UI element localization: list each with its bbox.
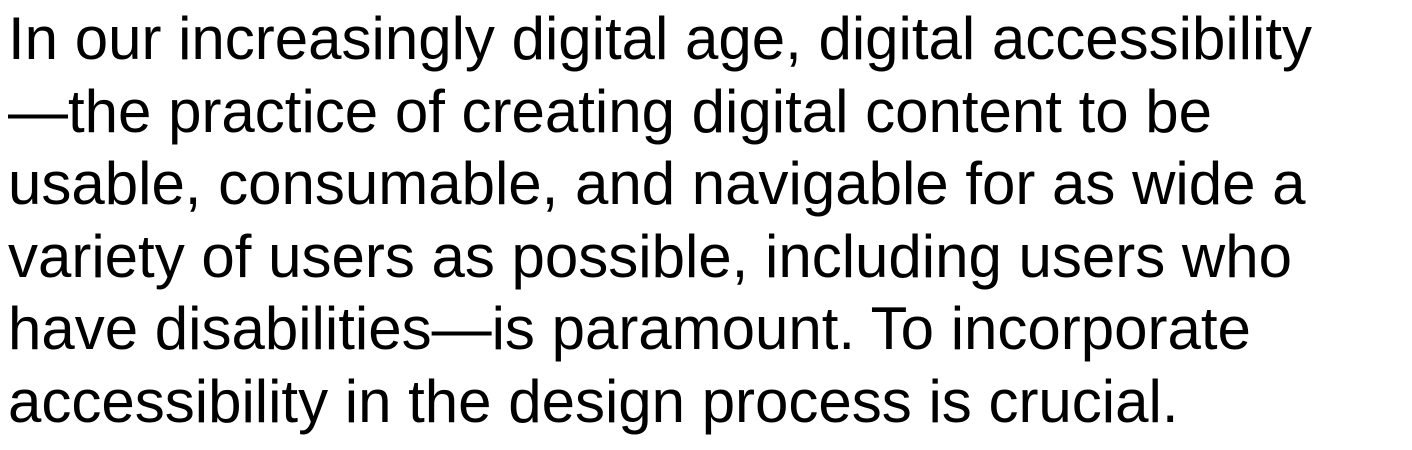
paragraph-line: —the practice of creating digital conten… (8, 77, 1213, 145)
paragraph-line: In our increasingly digital age, digital… (8, 5, 1313, 72)
paragraph-line: usable, consumable, and navigable for as… (8, 150, 1306, 217)
paragraph-line: accessibility in the design process is c… (8, 367, 1179, 435)
paragraph-line: variety of users as possible, including … (8, 222, 1292, 290)
paragraph: In our increasingly digital age, digital… (8, 3, 1408, 438)
paragraph-line: have disabilities—is paramount. To incor… (8, 295, 1251, 362)
